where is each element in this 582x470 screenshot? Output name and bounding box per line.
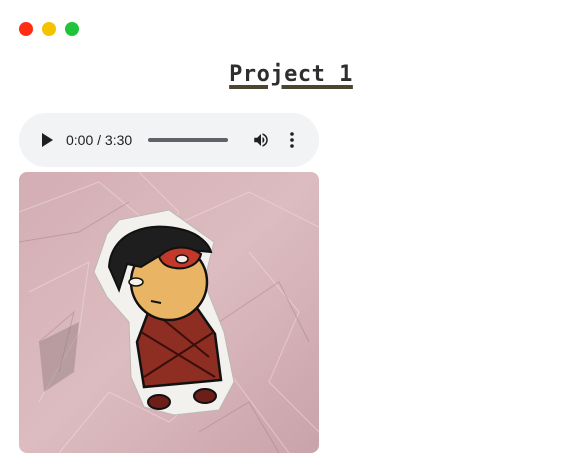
seek-slider[interactable]	[148, 138, 229, 142]
app-window: Project 1 0:00 / 3:30	[0, 0, 582, 470]
audio-player: 0:00 / 3:30	[19, 113, 319, 167]
play-button[interactable]	[37, 130, 57, 150]
volume-button[interactable]	[250, 129, 272, 151]
right-foot	[193, 388, 217, 404]
cover-artwork	[19, 172, 319, 453]
minimize-window-button[interactable]	[42, 22, 56, 36]
character-illustration	[19, 172, 319, 453]
page-title-text: Project 1	[229, 62, 353, 87]
left-eye	[128, 277, 144, 287]
time-display: 0:00 / 3:30	[66, 132, 133, 148]
maximize-window-button[interactable]	[65, 22, 79, 36]
close-window-button[interactable]	[19, 22, 33, 36]
mask-eye	[175, 254, 189, 264]
volume-icon	[254, 133, 268, 147]
more-vert-icon	[290, 132, 294, 148]
more-options-button[interactable]	[284, 129, 300, 151]
left-foot	[147, 394, 171, 410]
page-title: Project 1	[0, 62, 582, 87]
play-icon	[42, 133, 53, 147]
window-controls	[19, 22, 79, 36]
